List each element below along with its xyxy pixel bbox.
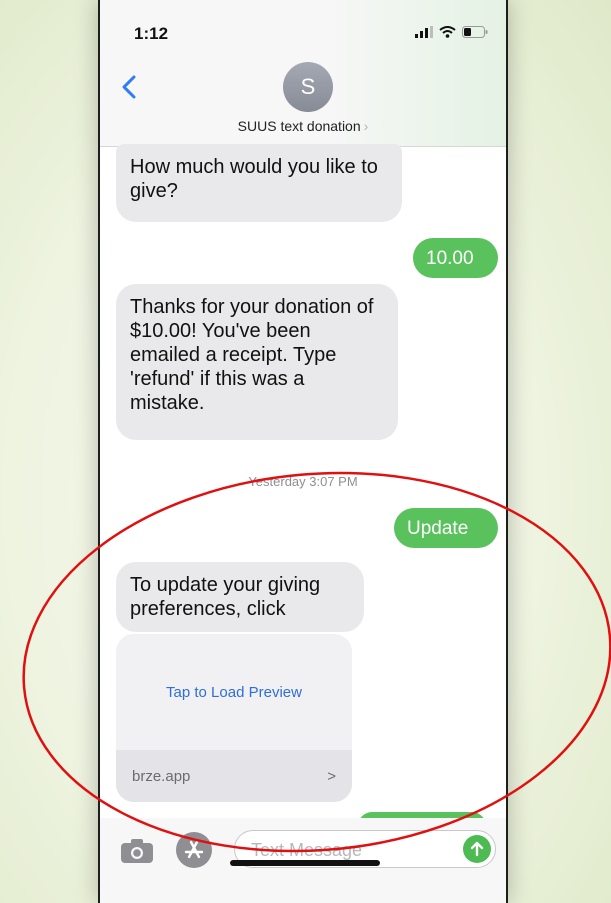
tap-to-load-preview[interactable]: Tap to Load Preview — [116, 634, 352, 750]
message-timestamp: Yesterday 3:07 PM — [248, 474, 358, 489]
message-bubble-incoming[interactable]: Thanks for your donation of $10.00! You'… — [116, 284, 398, 440]
message-bubble-incoming[interactable]: To update your giving preferences, click — [116, 562, 364, 632]
message-composer — [100, 818, 506, 903]
link-preview-card[interactable]: Tap to Load Preview brze.app > — [116, 634, 352, 802]
chevron-left-icon — [122, 75, 136, 99]
phone-screen: 1:12 S SUUS text donation › How much wou… — [98, 0, 508, 903]
camera-button[interactable] — [120, 838, 154, 864]
app-store-button[interactable] — [176, 832, 212, 868]
message-bubble-incoming[interactable]: How much would you like to give? — [116, 144, 402, 222]
send-arrow-icon — [470, 841, 484, 857]
contact-name: SUUS text donation — [237, 118, 361, 134]
home-indicator — [230, 860, 380, 866]
status-icons — [415, 26, 488, 38]
signal-icon — [415, 26, 433, 38]
contact-avatar[interactable]: S — [283, 62, 333, 112]
chevron-right-icon: › — [363, 118, 369, 134]
back-button[interactable] — [114, 72, 144, 102]
app-store-icon — [184, 840, 204, 859]
send-button[interactable] — [463, 835, 491, 863]
camera-icon — [121, 839, 153, 863]
message-bubble-outgoing[interactable]: 10.00 — [413, 238, 498, 278]
wifi-icon — [439, 26, 456, 38]
conversation-header: 1:12 S SUUS text donation › — [100, 0, 506, 147]
message-bubble-outgoing[interactable]: Update — [394, 508, 498, 548]
status-time: 1:12 — [134, 24, 169, 43]
link-domain: brze.app — [132, 767, 191, 785]
battery-icon — [462, 26, 488, 38]
contact-name-button[interactable]: SUUS text donation › — [100, 118, 506, 134]
chevron-right-icon: > — [327, 767, 336, 785]
link-preview-footer[interactable]: brze.app > — [116, 750, 352, 802]
